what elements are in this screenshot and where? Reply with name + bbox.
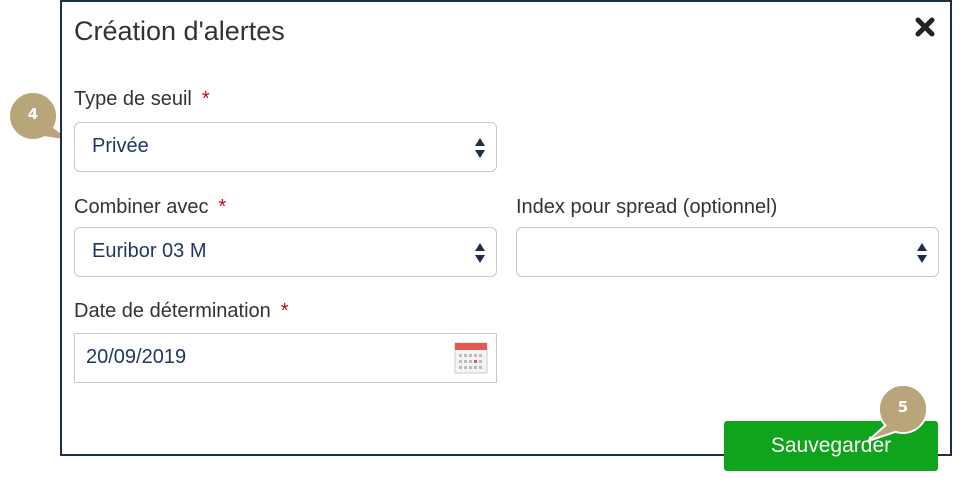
page: 4 Création d'alertes Type de seuil * Priv… [0, 0, 979, 485]
select-arrows-icon [475, 138, 485, 158]
required-mark: * [280, 300, 289, 322]
close-icon[interactable] [914, 16, 936, 38]
combiner-value: Euribor 03 M [92, 240, 207, 262]
index-spread-label-text: Index pour spread (optionnel) [516, 196, 778, 218]
select-arrows-icon [917, 243, 927, 263]
combiner-select[interactable]: Euribor 03 M [74, 227, 497, 277]
combiner-label: Combiner avec * [74, 196, 226, 219]
date-value: 20/09/2019 [86, 346, 187, 368]
required-mark: * [201, 88, 210, 110]
date-label-text: Date de détermination [74, 300, 271, 322]
type-seuil-select[interactable]: Privée [74, 122, 497, 172]
step-callout-5: 5 [867, 383, 928, 442]
dialog-title: Création d'alertes [74, 16, 285, 46]
date-input[interactable]: 20/09/2019 [74, 333, 497, 383]
type-seuil-value: Privée [92, 135, 149, 157]
select-arrows-icon [475, 243, 485, 263]
calendar-icon[interactable] [454, 342, 488, 374]
required-mark: * [218, 196, 227, 218]
index-spread-select[interactable] [516, 227, 939, 277]
callout-number: 4 [27, 105, 39, 123]
type-seuil-label-text: Type de seuil [74, 88, 192, 110]
callout-number: 5 [897, 398, 909, 416]
date-label: Date de détermination * [74, 300, 289, 323]
create-alert-dialog: Création d'alertes Type de seuil * Privée… [60, 0, 952, 456]
step-callout-4: 4 [8, 90, 71, 142]
type-seuil-label: Type de seuil * [74, 88, 210, 111]
index-spread-label: Index pour spread (optionnel) [516, 196, 777, 219]
combiner-label-text: Combiner avec [74, 196, 209, 218]
